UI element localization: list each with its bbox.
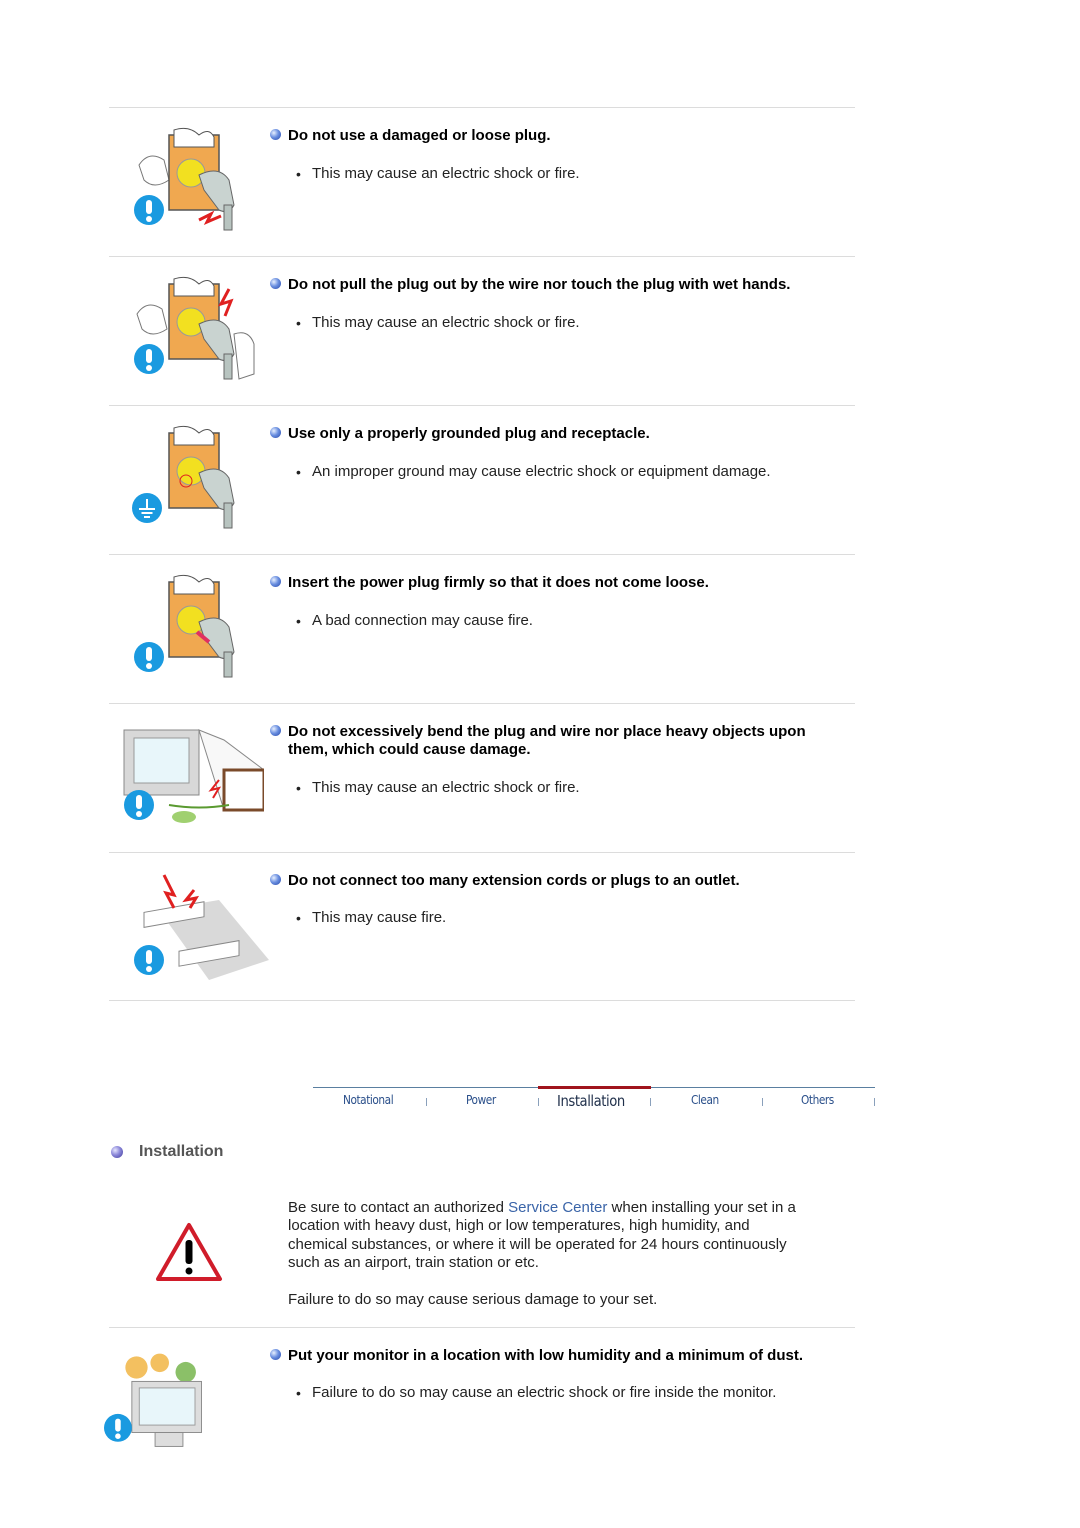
insert-plug-illustration [134, 574, 235, 678]
bullet-dot-icon [270, 129, 281, 140]
warning-bullet: This may cause an electric shock or fire… [296, 165, 580, 183]
section-bullet-icon [111, 1146, 123, 1158]
warning-bullet: Failure to do so may cause an electric s… [296, 1384, 776, 1402]
section-tabs: Notational Power Installation Clean Othe… [313, 1086, 875, 1116]
warning-row: Do not use a damaged or loose plug. This… [109, 107, 855, 255]
tab-separator [650, 1098, 651, 1106]
damaged-plug-illustration [134, 127, 235, 231]
overloaded-outlet-illustration [134, 874, 269, 980]
bent-wire-monitor-illustration [123, 729, 264, 823]
warning-heading: Do not connect too many extension cords … [270, 872, 858, 890]
warning-heading: Insert the power plug firmly so that it … [270, 574, 858, 592]
grounded-plug-illustration [132, 425, 235, 529]
wet-hands-plug-illustration [134, 276, 255, 380]
warning-row: Put your monitor in a location with low … [104, 1327, 858, 1475]
warning-row: Do not connect too many extension cords … [109, 852, 855, 1000]
warning-bullet: This may cause fire. [296, 909, 446, 927]
warning-heading: Do not pull the plug out by the wire nor… [270, 276, 858, 294]
ground-symbol-icon [132, 493, 162, 523]
divider [109, 1000, 855, 1001]
tab-installation[interactable]: Installation [557, 1092, 625, 1110]
warning-exclamation-icon [104, 1413, 132, 1442]
warning-row: Do not excessively bend the plug and wir… [109, 703, 855, 851]
caution-triangle-icon [156, 1223, 222, 1281]
tab-power[interactable]: Power [466, 1093, 496, 1107]
bullet-dot-icon [270, 278, 281, 289]
tab-others[interactable]: Others [801, 1093, 834, 1107]
tab-separator [874, 1098, 875, 1106]
warning-row: Do not pull the plug out by the wire nor… [109, 256, 855, 404]
warning-exclamation-icon [134, 344, 164, 374]
warning-heading: Do not use a damaged or loose plug. [270, 127, 858, 145]
tab-separator [762, 1098, 763, 1106]
warning-heading: Do not excessively bend the plug and wir… [270, 723, 858, 759]
dusty-monitor-illustration [104, 1353, 202, 1447]
bullet-dot-icon [270, 1349, 281, 1360]
tab-separator [538, 1098, 539, 1106]
service-center-link[interactable]: Service Center [508, 1199, 607, 1216]
warning-exclamation-icon [134, 195, 164, 225]
warning-exclamation-icon [134, 945, 164, 975]
active-tab-indicator [538, 1086, 651, 1089]
warning-bullet: An improper ground may cause electric sh… [296, 463, 771, 481]
bullet-dot-icon [270, 427, 281, 438]
section-title: Installation [139, 1143, 224, 1160]
warning-exclamation-icon [134, 642, 164, 672]
warning-bullet: This may cause an electric shock or fire… [296, 779, 580, 797]
tab-separator [426, 1098, 427, 1106]
failure-note: Failure to do so may cause serious damag… [288, 1291, 658, 1308]
warning-heading: Put your monitor in a location with low … [270, 1347, 858, 1365]
warning-bullet: A bad connection may cause fire. [296, 612, 533, 630]
tab-notational[interactable]: Notational [343, 1093, 394, 1107]
bullet-dot-icon [270, 725, 281, 736]
warning-bullet: This may cause an electric shock or fire… [296, 314, 580, 332]
tab-clean[interactable]: Clean [691, 1093, 719, 1107]
bullet-dot-icon [270, 874, 281, 885]
warning-heading: Use only a properly grounded plug and re… [270, 425, 858, 443]
warning-exclamation-icon [124, 790, 154, 820]
installation-intro: Be sure to contact an authorized Service… [288, 1199, 796, 1271]
warning-row: Insert the power plug firmly so that it … [109, 554, 855, 702]
bullet-dot-icon [270, 576, 281, 587]
warning-row: Use only a properly grounded plug and re… [109, 405, 855, 553]
